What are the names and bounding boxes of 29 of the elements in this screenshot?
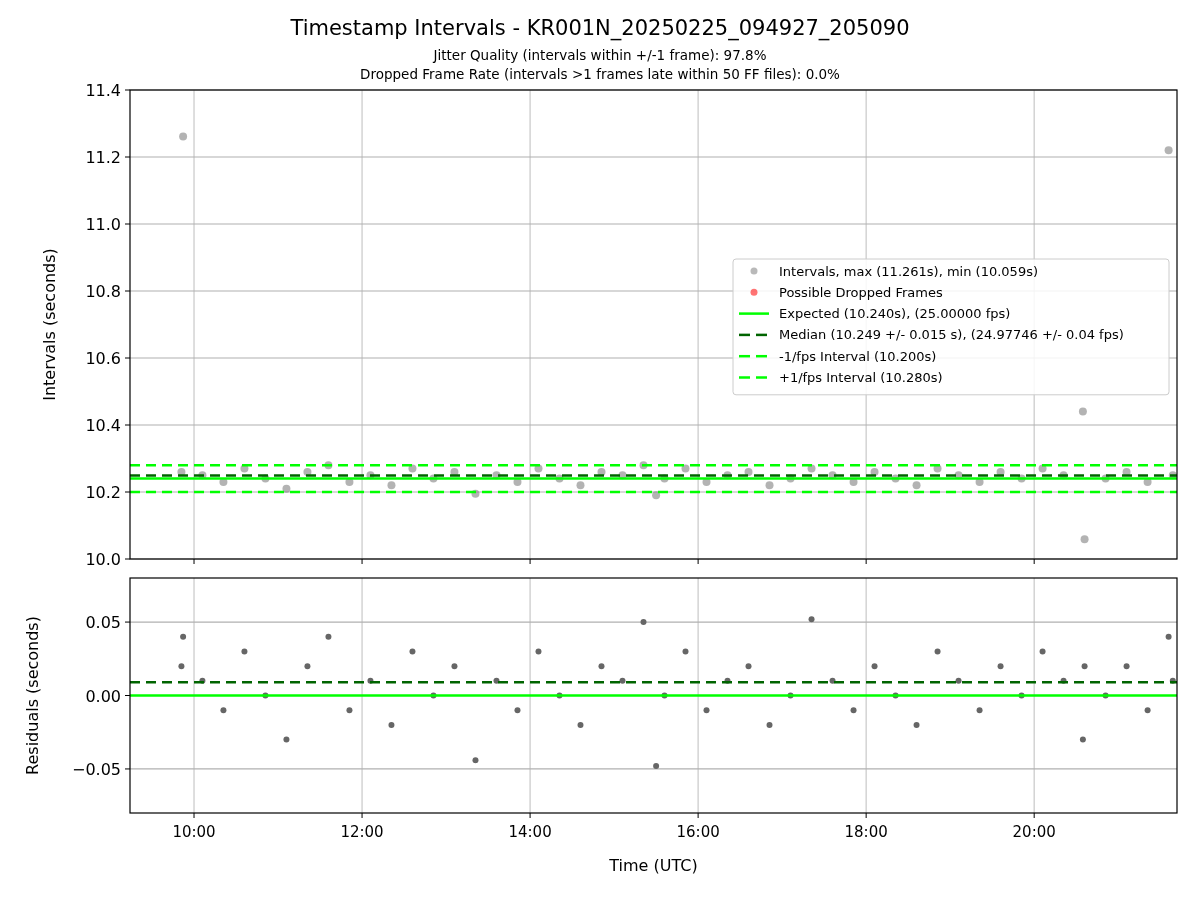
tick-label: 16:00 (676, 823, 720, 841)
tick-label: 20:00 (1012, 823, 1056, 841)
legend-label: Intervals, max (11.261s), min (10.059s) (779, 263, 1038, 279)
tick-label: −0.05 (71, 759, 121, 779)
figure-title: Timestamp Intervals - KR001N_20250225_094927_205090 (290, 15, 910, 42)
legend-label: Possible Dropped Frames (779, 284, 943, 300)
axis-title: Time (UTC) (609, 856, 698, 875)
legend-label: Median (10.249 +/- 0.015 s), (24.97746 +/- 0.04 fps) (779, 327, 1124, 343)
tick-label: 12:00 (340, 823, 384, 841)
axis-title: Intervals (seconds) (40, 248, 59, 401)
tick-label: 10.2 (85, 483, 121, 502)
legend-label: +1/fps Interval (10.280s) (779, 370, 943, 385)
tick-label: 10.0 (85, 550, 121, 569)
legend-label: -1/fps Interval (10.200s) (779, 348, 937, 364)
axis-title: Residuals (seconds) (23, 616, 42, 775)
tick-label: 18:00 (844, 823, 888, 841)
tick-label: 11.0 (85, 215, 121, 234)
tick-label: 11.2 (85, 148, 121, 167)
tick-label: 10:00 (172, 823, 216, 841)
tick-label: 10.6 (85, 349, 121, 368)
tick-label: 14:00 (508, 823, 552, 841)
figure-subtitle: Jitter Quality (intervals within +/-1 frame): 97.8% (433, 46, 767, 65)
figure-subtitle: Dropped Frame Rate (intervals >1 frames late within 50 FF files): 0.0% (360, 65, 840, 84)
legend-label: Expected (10.240s), (25.00000 fps) (779, 306, 1011, 322)
tick-label: 11.4 (85, 81, 121, 100)
tick-label: 0.00 (85, 686, 121, 706)
tick-label: 10.4 (85, 416, 121, 435)
tick-label: 10.8 (85, 282, 121, 301)
tick-label: 0.05 (85, 613, 121, 633)
